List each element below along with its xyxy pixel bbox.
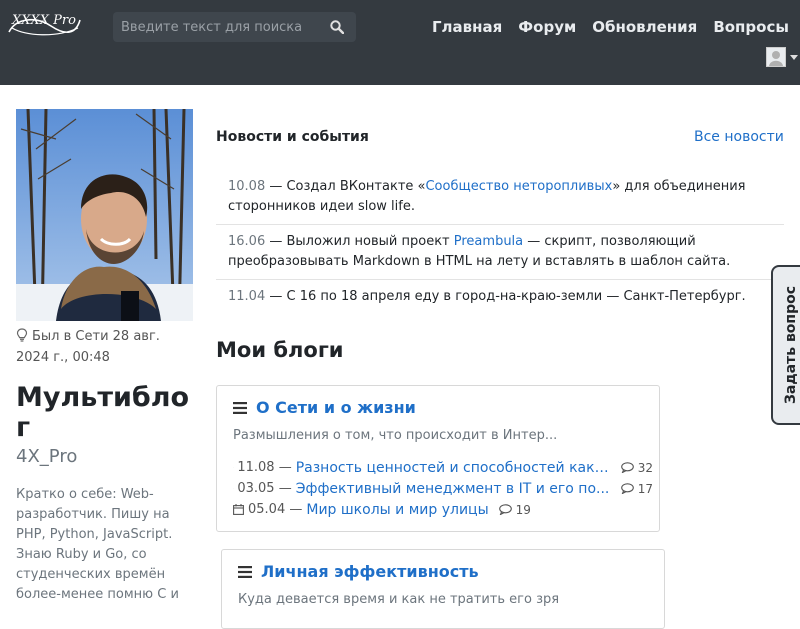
search-icon: [330, 20, 344, 34]
news-link-preambula[interactable]: Preambula: [454, 234, 523, 249]
news-section-title: Новости и события: [216, 129, 369, 145]
news-list: 10.08 — Создал ВКонтакте «Сообщество нет…: [216, 170, 784, 314]
blog-post-row: 11.08 — Разность ценностей и способносте…: [233, 457, 653, 478]
blog-card: Личная эффективность Куда девается время…: [221, 549, 665, 629]
comment-icon: [499, 504, 512, 515]
post-comments[interactable]: 19: [499, 503, 531, 517]
last-seen-status: Был в Сети 28 авг. 2024 г., 00:48: [16, 326, 196, 368]
nav-link-updates[interactable]: Обновления: [584, 17, 705, 37]
nav-link-home[interactable]: Главная: [424, 17, 510, 37]
comment-icon: [621, 483, 634, 494]
news-date: 11.04: [228, 289, 265, 304]
blog-header: Личная эффективность: [238, 562, 479, 581]
user-avatar: [766, 47, 786, 67]
user-menu-toggle[interactable]: [766, 47, 798, 67]
lightbulb-icon: [16, 328, 28, 342]
blog-posts-list: 11.08 — Разность ценностей и способносте…: [233, 457, 653, 520]
post-date: 03.05 —: [237, 481, 291, 496]
news-link-slow-community[interactable]: Сообщество неторопливых: [425, 179, 612, 194]
main-nav: Главная Форум Обновления Вопросы: [424, 17, 797, 37]
chevron-down-icon: [790, 55, 798, 60]
post-date: 05.04 —: [248, 502, 302, 517]
post-title-link[interactable]: Мир школы и мир улицы: [306, 502, 488, 518]
news-text: Выложил новый проект: [286, 234, 453, 249]
blog-post-row: 05.04 — Мир школы и мир улицы 19: [233, 499, 653, 520]
post-title-link[interactable]: Разность ценностей и способностей как ..…: [296, 460, 611, 476]
profile-handle: 4X_Pro: [16, 446, 77, 467]
news-date: 16.06: [228, 234, 265, 249]
profile-photo: [16, 109, 193, 321]
nav-link-questions[interactable]: Вопросы: [705, 17, 797, 37]
menu-icon: [238, 566, 252, 578]
blog-title-link[interactable]: Личная эффективность: [261, 562, 479, 581]
profile-about: Кратко о себе: Web-разработчик. Пишу на …: [16, 485, 188, 605]
comment-icon: [621, 462, 634, 473]
ask-question-tab[interactable]: Задать вопрос: [771, 265, 800, 425]
blog-header: О Сети и о жизни: [233, 398, 416, 417]
blog-title-link[interactable]: О Сети и о жизни: [256, 398, 416, 417]
blog-post-row: 03.05 — Эффективный менеджмент в IT и ег…: [233, 478, 653, 499]
news-text: С 16 по 18 апреля еду в город-на-краю-зе…: [286, 289, 745, 304]
svg-text:XXXX Pro: XXXX Pro: [11, 13, 76, 28]
post-comments[interactable]: 17: [621, 482, 653, 496]
menu-icon: [233, 402, 247, 414]
post-date: 11.08 —: [237, 460, 291, 475]
news-item: 10.08 — Создал ВКонтакте «Сообщество нет…: [216, 170, 784, 225]
blog-card: О Сети и о жизни Размышления о том, что …: [216, 385, 660, 532]
post-title-link[interactable]: Эффективный менеджмент в IT и его по...: [296, 481, 611, 497]
news-item: 11.04 — С 16 по 18 апреля еду в город-на…: [216, 280, 784, 314]
blogs-section-title: Мои блоги: [216, 338, 344, 362]
search-input[interactable]: [113, 12, 329, 42]
ask-question-label: Задать вопрос: [783, 286, 799, 404]
top-navbar: XXXX Pro Главная Форум Обновления Вопрос…: [0, 0, 800, 85]
news-date: 10.08: [228, 179, 265, 194]
news-text: Создал ВКонтакте «: [286, 179, 425, 194]
profile-name: Мультиблог: [16, 383, 196, 443]
news-item: 16.06 — Выложил новый проект Preambula —…: [216, 225, 784, 280]
nav-link-forum[interactable]: Форум: [510, 17, 584, 37]
site-logo[interactable]: XXXX Pro: [6, 8, 84, 40]
search-button[interactable]: [318, 12, 356, 42]
calendar-icon: [233, 504, 244, 515]
search-box: [113, 12, 356, 42]
post-comments[interactable]: 32: [621, 461, 653, 475]
last-seen-text: Был в Сети 28 авг. 2024 г., 00:48: [16, 329, 160, 365]
blog-description: Размышления о том, что происходит в Инте…: [233, 428, 563, 443]
all-news-link[interactable]: Все новости: [694, 129, 784, 145]
